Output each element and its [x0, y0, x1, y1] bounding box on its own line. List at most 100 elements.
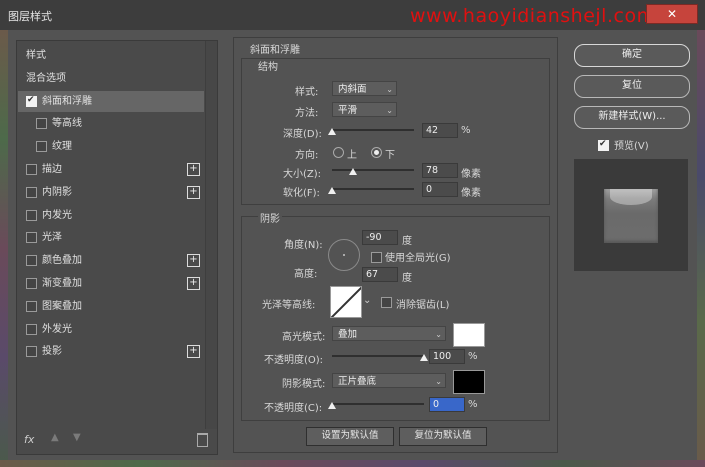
- sidebar-item-checkbox[interactable]: [26, 300, 37, 312]
- sidebar-item-checkbox[interactable]: [26, 164, 37, 175]
- sidebar-item[interactable]: 描边 +: [18, 159, 204, 180]
- sidebar-item-checkbox[interactable]: [26, 323, 37, 335]
- sidebar-item-checkbox[interactable]: [36, 118, 47, 130]
- direction-down-label: 下: [385, 150, 395, 161]
- move-up-icon[interactable]: ▲: [51, 432, 59, 443]
- angle-unit: 度: [402, 236, 412, 247]
- sidebar-item[interactable]: 内发光: [18, 205, 204, 226]
- sidebar-item[interactable]: 渐变叠加 +: [18, 273, 204, 294]
- sidebar-scrollbar[interactable]: [205, 41, 217, 429]
- highlight-mode-select[interactable]: 叠加 ⌄: [332, 326, 446, 341]
- contour-chevron-down-icon[interactable]: ⌄: [363, 295, 371, 306]
- shadow-opacity-slider[interactable]: [332, 403, 424, 405]
- depth-slider[interactable]: [332, 129, 414, 131]
- angle-input[interactable]: -90: [362, 230, 398, 245]
- sidebar-item-label: 等高线: [52, 118, 82, 130]
- styles-sidebar: 样式混合选项斜面和浮雕等高线纹理描边 + 内阴影 + 内发光光泽颜色叠加 + 渐变叠加 + 图案…: [16, 40, 218, 455]
- shadow-mode-select[interactable]: 正片叠底 ⌄: [332, 373, 446, 388]
- soften-input[interactable]: 0: [422, 182, 458, 197]
- preview-checkbox[interactable]: [598, 137, 609, 151]
- highlight-opacity-input[interactable]: 100: [429, 349, 465, 364]
- shadow-mode-label: 阴影模式:: [282, 379, 326, 390]
- sidebar-item-checkbox[interactable]: [26, 93, 37, 107]
- highlight-opacity-slider[interactable]: [332, 355, 424, 357]
- gloss-contour-label: 光泽等高线:: [262, 300, 316, 311]
- title-bar: 图层样式 www.haoyidianshejl.com ✕: [0, 0, 705, 30]
- altitude-unit: 度: [402, 273, 412, 284]
- sidebar-item-label: 内阴影: [42, 186, 72, 198]
- sidebar-item-checkbox[interactable]: [26, 255, 37, 267]
- sidebar-item[interactable]: 投影 +: [18, 341, 204, 362]
- sidebar-item-checkbox[interactable]: [26, 278, 37, 289]
- sidebar-item[interactable]: 图案叠加: [18, 296, 204, 317]
- shadow-color-swatch[interactable]: [453, 370, 485, 394]
- reset-default-button[interactable]: 复位为默认值: [399, 427, 487, 446]
- shadow-opacity-input[interactable]: 0: [429, 397, 465, 412]
- sidebar-item[interactable]: 颜色叠加 +: [18, 250, 204, 271]
- new-style-button[interactable]: 新建样式(W)...: [574, 106, 690, 129]
- technique-select[interactable]: 平滑 ⌄: [332, 102, 397, 117]
- make-default-button[interactable]: 设置为默认值: [306, 427, 394, 446]
- add-effect-icon[interactable]: +: [187, 185, 200, 199]
- highlight-color-swatch[interactable]: [453, 323, 485, 347]
- sidebar-item-label: 光泽: [42, 232, 62, 244]
- size-slider[interactable]: [332, 169, 414, 171]
- add-effect-icon[interactable]: +: [187, 254, 200, 268]
- soften-unit: 像素: [461, 188, 481, 199]
- depth-slider-knob[interactable]: [328, 128, 336, 135]
- add-effect-icon[interactable]: +: [187, 277, 200, 290]
- sidebar-item[interactable]: 斜面和浮雕: [18, 90, 204, 112]
- reset-button[interactable]: 复位: [574, 75, 690, 98]
- sidebar-item[interactable]: 混合选项: [18, 68, 204, 89]
- angle-dial[interactable]: [328, 239, 360, 271]
- sidebar-item-label: 投影: [42, 346, 62, 358]
- sidebar-item-checkbox[interactable]: [26, 186, 37, 198]
- antialias-label: 消除锯齿(L): [396, 300, 450, 311]
- sidebar-item[interactable]: 样式: [18, 45, 204, 66]
- size-slider-knob[interactable]: [348, 168, 357, 175]
- sidebar-item-checkbox[interactable]: [36, 141, 47, 153]
- move-down-icon[interactable]: ▼: [73, 432, 81, 443]
- style-select[interactable]: 内斜面 ⌄: [332, 81, 397, 96]
- shading-title: 阴影: [258, 210, 282, 225]
- fx-button[interactable]: fx: [24, 433, 34, 446]
- sidebar-item-checkbox[interactable]: [26, 209, 37, 221]
- antialias-checkbox[interactable]: [381, 297, 392, 308]
- highlight-opacity-unit: %: [468, 351, 478, 362]
- highlight-mode-value: 叠加: [338, 329, 358, 340]
- depth-unit: %: [461, 125, 471, 136]
- sidebar-item-checkbox[interactable]: [26, 232, 37, 244]
- sidebar-item[interactable]: 等高线: [18, 113, 204, 134]
- size-input[interactable]: 78: [422, 163, 458, 178]
- style-preview: [574, 159, 688, 271]
- delete-effect-icon[interactable]: [197, 433, 208, 447]
- ok-button[interactable]: 确定: [574, 44, 690, 67]
- sidebar-item[interactable]: 纹理: [18, 136, 204, 157]
- depth-input[interactable]: 42: [422, 123, 458, 138]
- altitude-input[interactable]: 67: [362, 267, 398, 282]
- shadow-opacity-slider-knob[interactable]: [328, 402, 336, 409]
- window-title: 图层样式: [8, 10, 52, 23]
- sidebar-item-label: 渐变叠加: [42, 278, 82, 289]
- angle-label: 角度(N):: [284, 240, 323, 251]
- style-label: 样式:: [295, 87, 319, 98]
- close-button[interactable]: ✕: [646, 4, 698, 24]
- add-effect-icon[interactable]: +: [187, 163, 200, 176]
- direction-down-radio[interactable]: [371, 147, 382, 158]
- sidebar-item[interactable]: 外发光: [18, 319, 204, 340]
- sidebar-item-checkbox[interactable]: [26, 346, 37, 358]
- direction-up-radio[interactable]: [333, 147, 344, 158]
- add-effect-icon[interactable]: +: [187, 345, 200, 359]
- sidebar-item[interactable]: 光泽: [18, 227, 204, 248]
- shadow-opacity-unit: %: [468, 399, 478, 410]
- chevron-down-icon: ⌄: [386, 85, 393, 94]
- technique-select-value: 平滑: [338, 105, 358, 116]
- gloss-contour-picker[interactable]: [330, 286, 362, 318]
- soften-slider[interactable]: [332, 188, 414, 190]
- technique-label: 方法:: [295, 108, 319, 119]
- highlight-opacity-slider-knob[interactable]: [420, 354, 428, 361]
- global-light-checkbox[interactable]: [371, 252, 382, 263]
- soften-slider-knob[interactable]: [328, 187, 336, 194]
- sidebar-item[interactable]: 内阴影 +: [18, 182, 204, 203]
- shading-group: 阴影 角度(N): -90 度 使用全局光(G) 高度: 67 度 光泽等高线:…: [241, 210, 550, 421]
